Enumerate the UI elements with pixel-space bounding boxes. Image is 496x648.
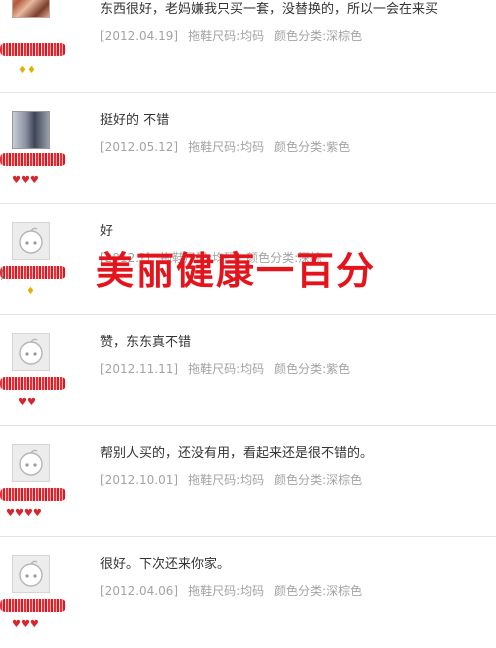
rank-heart-icon: ♥♥♥♥ <box>6 508 42 519</box>
review-content: 很好。下次还来你家。 <box>100 557 231 572</box>
review-size: 拖鞋尺码:均码 <box>188 29 265 43</box>
review-date: [2012.10.01] <box>100 473 179 487</box>
default-avatar-icon[interactable] <box>12 555 50 593</box>
rank-diamond-icon: ♦ <box>26 286 35 297</box>
review-content: 东西很好，老妈嫌我只买一套，没替换的，所以一会在来买 <box>100 2 439 17</box>
username-blurred[interactable] <box>0 488 66 501</box>
review-item: ♦♦ 东西很好，老妈嫌我只买一套，没替换的，所以一会在来买 [2012.04.1… <box>0 0 496 93</box>
review-meta: [2012.10.01] 拖鞋尺码:均码 颜色分类:深棕色 <box>100 472 372 488</box>
review-color: 颜色分类:紫色 <box>274 140 351 154</box>
review-color: 颜色分类:深棕色 <box>274 584 363 598</box>
username-blurred[interactable] <box>0 377 66 390</box>
review-size: 拖鞋尺码:均码 <box>188 140 265 154</box>
default-avatar-icon[interactable] <box>12 222 50 260</box>
review-date: [2012.04.06] <box>100 584 179 598</box>
review-meta: [2012.05.12] 拖鞋尺码:均码 颜色分类:紫色 <box>100 139 360 155</box>
username-blurred[interactable] <box>0 266 66 279</box>
review-content: 挺好的 不错 <box>100 113 170 128</box>
stray-text: ) <box>0 267 5 281</box>
review-date: [2012.05.12] <box>100 140 179 154</box>
review-item: ♥♥♥♥ 帮别人买的，还没有用，看起来还是很不错的。 [2012.10.01] 拖… <box>0 426 496 537</box>
review-item: ♥♥♥ 挺好的 不错 [2012.05.12] 拖鞋尺码:均码 颜色分类:紫色 <box>0 93 496 204</box>
review-date: [2012.04.19] <box>100 29 179 43</box>
default-avatar-icon[interactable] <box>12 444 50 482</box>
review-content: 帮别人买的，还没有用，看起来还是很不错的。 <box>100 446 374 461</box>
rank-heart-icon: ♥♥♥ <box>12 175 39 186</box>
user-avatar[interactable] <box>12 0 50 18</box>
review-color: 颜色分类:深棕色 <box>274 29 363 43</box>
default-avatar-icon[interactable] <box>12 333 50 371</box>
rank-diamond-icon: ♦♦ <box>18 65 36 76</box>
user-avatar[interactable] <box>12 111 50 149</box>
username-blurred[interactable] <box>0 599 66 612</box>
review-color: 颜色分类:紫色 <box>274 362 351 376</box>
review-meta: [2012.04.19] 拖鞋尺码:均码 颜色分类:深棕色 <box>100 28 372 44</box>
review-content: 好 <box>100 224 114 239</box>
username-blurred[interactable] <box>0 43 66 56</box>
review-color: 颜色分类:深棕色 <box>274 473 363 487</box>
review-date: [2012.11.11] <box>100 362 179 376</box>
review-size: 拖鞋尺码:均码 <box>188 362 265 376</box>
review-item: ♥♥ 赞，东东真不错 [2012.11.11] 拖鞋尺码:均码 颜色分类:紫色 <box>0 315 496 426</box>
rank-heart-icon: ♥♥ <box>18 397 36 408</box>
username-blurred[interactable] <box>0 153 66 166</box>
watermark-text: 美丽健康一百分 <box>96 249 377 293</box>
review-size: 拖鞋尺码:均码 <box>188 584 265 598</box>
review-item: ♥♥♥ 很好。下次还来你家。 [2012.04.06] 拖鞋尺码:均码 颜色分类:深… <box>0 537 496 648</box>
review-meta: [2012.04.06] 拖鞋尺码:均码 颜色分类:深棕色 <box>100 583 372 599</box>
rank-heart-icon: ♥♥♥ <box>12 619 39 630</box>
review-meta: [2012.11.11] 拖鞋尺码:均码 颜色分类:紫色 <box>100 361 360 377</box>
review-size: 拖鞋尺码:均码 <box>188 473 265 487</box>
review-content: 赞，东东真不错 <box>100 335 192 350</box>
